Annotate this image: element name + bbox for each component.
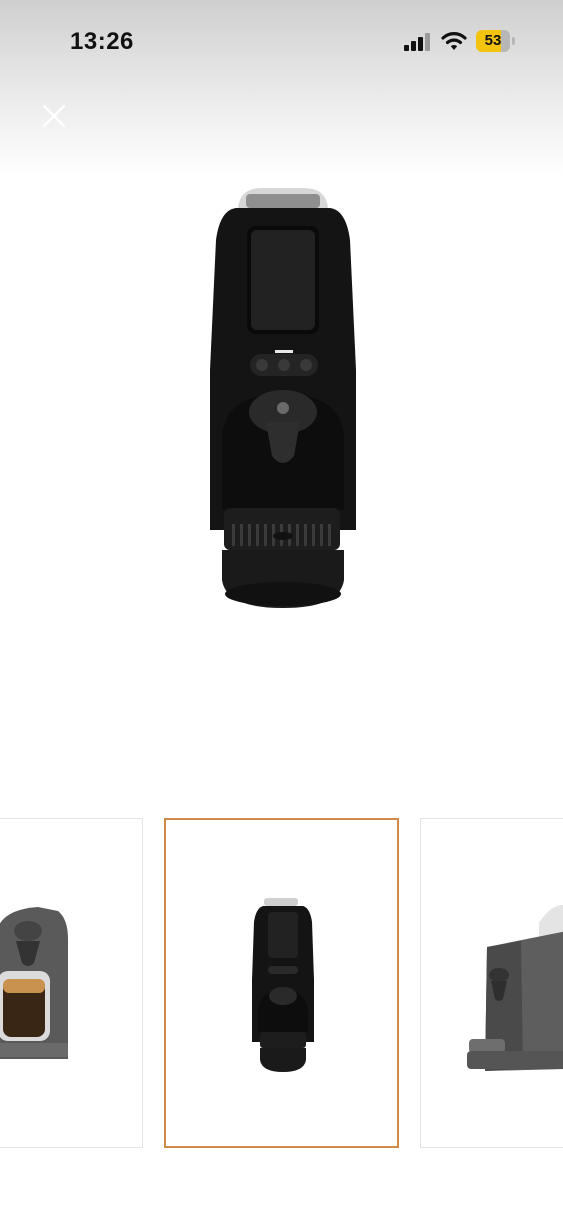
thumbnail-coffee-machine-side[interactable] [420, 818, 563, 1148]
battery-level: 53 [484, 32, 502, 49]
close-icon [42, 104, 66, 128]
cellular-signal-icon [404, 33, 434, 51]
thumbnail-coffee-machine-with-cup[interactable] [0, 818, 143, 1148]
thumbnail-image [252, 898, 314, 1072]
battery-cap [512, 37, 515, 45]
thumbnail-coffee-machine-front[interactable] [164, 818, 399, 1148]
product-main-image [0, 180, 563, 620]
close-button[interactable] [38, 100, 70, 132]
thumbnail-image [0, 907, 68, 1059]
wifi-icon [441, 30, 467, 52]
thumbnail-image [467, 904, 563, 1071]
status-time: 13:26 [70, 28, 134, 55]
battery-icon: 53 [476, 30, 510, 52]
status-bar: 13:26 53 [0, 0, 563, 85]
